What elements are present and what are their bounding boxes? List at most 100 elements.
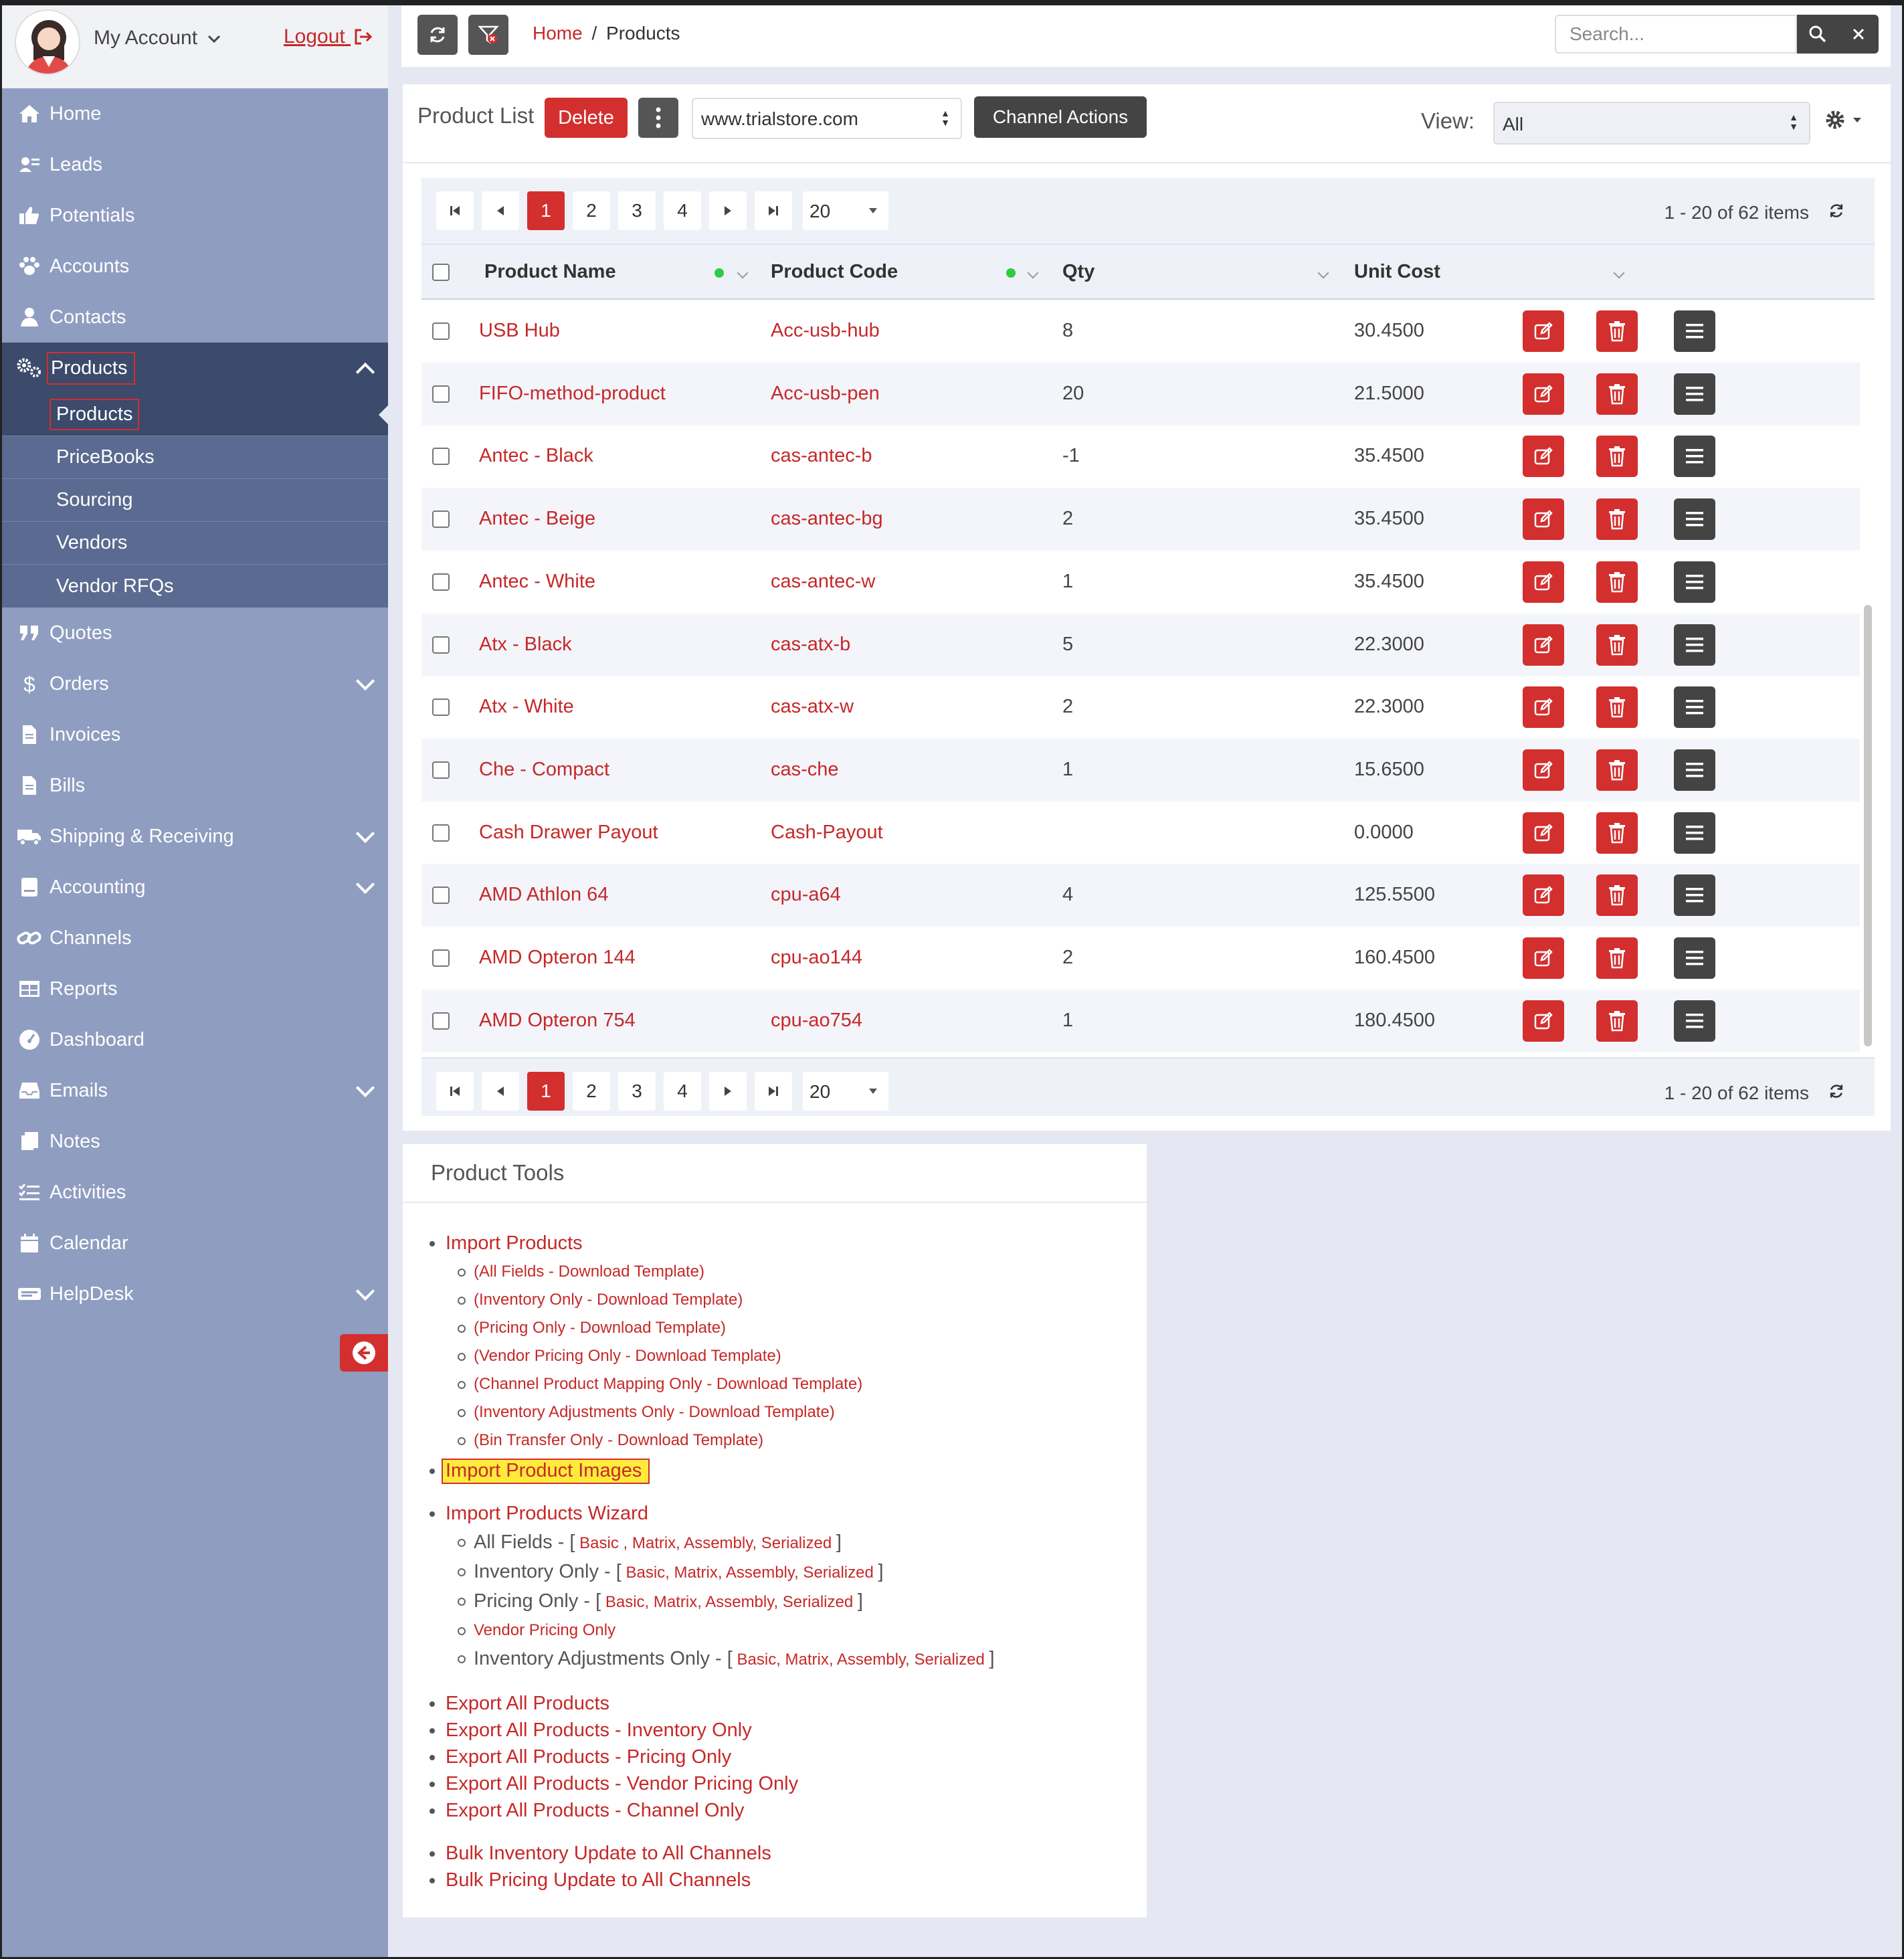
row-menu-button[interactable] <box>1674 1000 1715 1042</box>
user-avatar[interactable] <box>15 9 80 75</box>
edit-button[interactable] <box>1523 937 1564 979</box>
row-checkbox[interactable] <box>432 761 450 779</box>
template-link[interactable]: (Inventory Adjustments Only - Download T… <box>458 1398 1147 1426</box>
column-menu-icon[interactable] <box>737 267 749 279</box>
prev-page-button[interactable] <box>482 1072 519 1111</box>
product-code-link[interactable]: cas-atx-b <box>771 634 850 656</box>
template-link[interactable]: (Pricing Only - Download Template) <box>458 1314 1147 1342</box>
delete-row-button[interactable] <box>1596 310 1638 352</box>
row-checkbox[interactable] <box>432 887 450 905</box>
product-name-link[interactable]: USB Hub <box>479 320 560 342</box>
delete-row-button[interactable] <box>1596 686 1638 729</box>
edit-button[interactable] <box>1523 624 1564 666</box>
clear-filter-button[interactable] <box>468 15 508 55</box>
export-link[interactable]: Export All Products - Channel Only <box>430 1797 1147 1824</box>
sidebar-item-invoices[interactable]: Invoices <box>0 709 388 760</box>
import-products-link[interactable]: Import Products (All Fields - Download T… <box>430 1230 1147 1455</box>
row-checkbox[interactable] <box>432 385 450 403</box>
product-name-link[interactable]: AMD Opteron 754 <box>479 1010 636 1032</box>
product-code-link[interactable]: Acc-usb-pen <box>771 383 880 405</box>
template-link[interactable]: (Channel Product Mapping Only - Download… <box>458 1370 1147 1398</box>
sidebar-item-accounts[interactable]: Accounts <box>0 241 388 292</box>
row-checkbox[interactable] <box>432 824 450 842</box>
product-name-link[interactable]: Antec - White <box>479 571 595 593</box>
page-button-4[interactable]: 4 <box>664 1072 701 1111</box>
product-name-link[interactable]: Atx - Black <box>479 634 572 656</box>
product-code-link[interactable]: cas-antec-w <box>771 571 875 593</box>
wizard-type-links[interactable]: Basic , Matrix, Assembly, Serialized <box>579 1534 832 1552</box>
sidebar-item-dashboard[interactable]: Dashboard <box>0 1014 388 1065</box>
submenu-item-vendors[interactable]: Vendors <box>0 522 388 565</box>
channel-select[interactable]: www.trialstore.com ▲ ▼ <box>692 98 962 139</box>
wizard-type-links[interactable]: Basic, Matrix, Assembly, Serialized <box>737 1651 985 1669</box>
page-button-2[interactable]: 2 <box>573 1072 610 1111</box>
delete-row-button[interactable] <box>1596 749 1638 791</box>
delete-row-button[interactable] <box>1596 498 1638 541</box>
row-checkbox[interactable] <box>432 949 450 967</box>
template-link[interactable]: (Vendor Pricing Only - Download Template… <box>458 1342 1147 1370</box>
column-header-product-code[interactable]: Product Code <box>771 261 898 283</box>
product-name-link[interactable]: Che - Compact <box>479 759 609 781</box>
product-name-link[interactable]: Antec - Beige <box>479 508 595 530</box>
page-size-select[interactable]: 20 <box>803 191 888 230</box>
product-code-link[interactable]: cas-atx-w <box>771 696 854 718</box>
edit-button[interactable] <box>1523 310 1564 352</box>
row-menu-button[interactable] <box>1674 874 1715 917</box>
page-button-1[interactable]: 1 <box>527 1072 565 1111</box>
column-header-unit-cost[interactable]: Unit Cost <box>1354 261 1440 283</box>
column-menu-icon[interactable] <box>1027 267 1039 279</box>
sidebar-item-orders[interactable]: $ Orders <box>0 658 388 709</box>
bulk-update-link[interactable]: Bulk Pricing Update to All Channels <box>430 1867 1147 1893</box>
page-button-1[interactable]: 1 <box>527 191 565 230</box>
delete-button[interactable]: Delete <box>545 98 628 138</box>
sidebar-item-potentials[interactable]: Potentials <box>0 190 388 241</box>
sidebar-item-channels[interactable]: Channels <box>0 913 388 963</box>
sidebar-item-reports[interactable]: Reports <box>0 963 388 1014</box>
page-button-3[interactable]: 3 <box>618 1072 656 1111</box>
column-header-qty[interactable]: Qty <box>1062 261 1094 283</box>
export-link[interactable]: Export All Products - Vendor Pricing Onl… <box>430 1770 1147 1797</box>
refresh-grid-button[interactable] <box>1828 202 1845 223</box>
edit-button[interactable] <box>1523 498 1564 541</box>
product-code-link[interactable]: cpu-ao754 <box>771 1010 862 1032</box>
sidebar-item-activities[interactable]: Activities <box>0 1167 388 1218</box>
sidebar-item-contacts[interactable]: Contacts <box>0 292 388 343</box>
delete-row-button[interactable] <box>1596 373 1638 415</box>
sidebar-item-accounting[interactable]: Accounting <box>0 862 388 913</box>
edit-button[interactable] <box>1523 686 1564 729</box>
delete-row-button[interactable] <box>1596 874 1638 917</box>
refresh-grid-button[interactable] <box>1828 1083 1845 1103</box>
edit-button[interactable] <box>1523 749 1564 791</box>
product-name-link[interactable]: AMD Opteron 144 <box>479 947 636 969</box>
row-menu-button[interactable] <box>1674 498 1715 541</box>
product-name-link[interactable]: AMD Athlon 64 <box>479 884 608 906</box>
sidebar-item-shipping[interactable]: Shipping & Receiving <box>0 811 388 862</box>
row-checkbox[interactable] <box>432 510 450 529</box>
settings-dropdown[interactable] <box>1824 108 1863 131</box>
bulk-update-link[interactable]: Bulk Inventory Update to All Channels <box>430 1840 1147 1867</box>
page-button-3[interactable]: 3 <box>618 191 656 230</box>
sidebar-item-quotes[interactable]: Quotes <box>0 608 388 658</box>
product-code-link[interactable]: cas-antec-bg <box>771 508 883 530</box>
collapse-sidebar-button[interactable] <box>340 1334 388 1372</box>
first-page-button[interactable] <box>436 1072 474 1111</box>
sidebar-item-bills[interactable]: Bills <box>0 760 388 811</box>
product-code-link[interactable]: cas-antec-b <box>771 445 872 467</box>
breadcrumb-home[interactable]: Home <box>533 23 583 43</box>
product-code-link[interactable]: cpu-ao144 <box>771 947 862 969</box>
export-link[interactable]: Export All Products - Pricing Only <box>430 1744 1147 1770</box>
edit-button[interactable] <box>1523 436 1564 478</box>
last-page-button[interactable] <box>755 191 792 230</box>
column-header-product-name[interactable]: Product Name <box>484 261 616 283</box>
search-input[interactable] <box>1555 15 1797 54</box>
product-code-link[interactable]: cas-che <box>771 759 839 781</box>
delete-row-button[interactable] <box>1596 561 1638 603</box>
page-button-4[interactable]: 4 <box>664 191 701 230</box>
row-menu-button[interactable] <box>1674 937 1715 979</box>
page-size-select[interactable]: 20 <box>803 1072 888 1111</box>
edit-button[interactable] <box>1523 561 1564 603</box>
delete-row-button[interactable] <box>1596 436 1638 478</box>
row-checkbox[interactable] <box>432 573 450 591</box>
sidebar-item-products[interactable]: Products <box>0 343 388 393</box>
delete-row-button[interactable] <box>1596 812 1638 854</box>
